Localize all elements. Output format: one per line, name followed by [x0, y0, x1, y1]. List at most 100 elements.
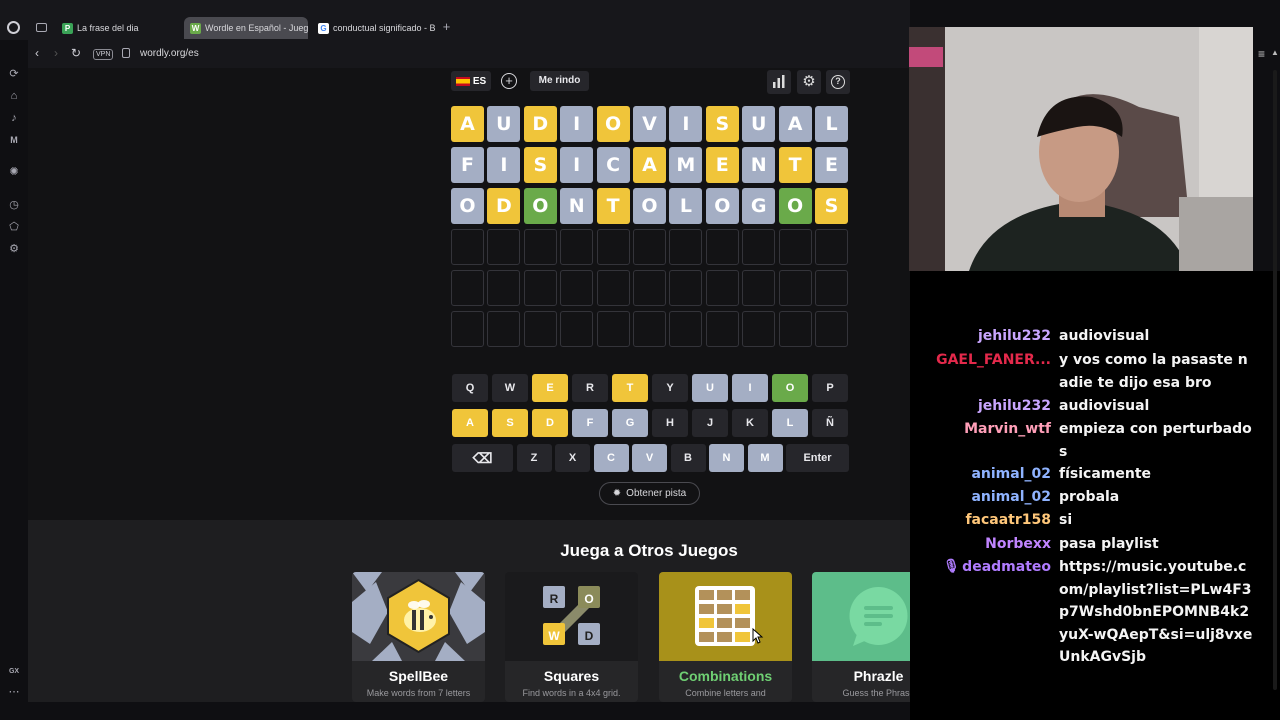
game-card-combinations[interactable]: Combinations Combine letters and — [659, 572, 792, 702]
sidebar-refresh-icon[interactable]: ⟳ — [7, 67, 21, 81]
sidebar-settings-icon[interactable]: ⚙ — [7, 242, 21, 256]
chat-username[interactable]: deadmateo — [962, 556, 1051, 579]
chat-username[interactable]: facaatr158 — [965, 509, 1051, 532]
key[interactable]: M — [747, 444, 783, 472]
browser-sidebar: ⟳ ⌂ ♪ M ✺ ◷ ⬠ ⚙ GX ⋯ — [0, 40, 28, 720]
board-tile — [560, 311, 594, 347]
scroll-up-icon[interactable]: ▲ — [1271, 48, 1279, 57]
key[interactable]: Ñ — [812, 409, 848, 437]
tab-conductual[interactable]: G conductual significado - B — [312, 17, 436, 39]
chat-username[interactable]: GAEL_FANER... — [936, 349, 1051, 372]
board-tile — [596, 311, 630, 347]
key[interactable]: Q — [452, 374, 488, 402]
hint-label: Obtener pista — [626, 488, 687, 499]
board-tile: S — [523, 147, 557, 183]
sidebar-ai-icon[interactable]: ✺ — [7, 165, 21, 179]
settings-button[interactable]: ⚙ — [797, 70, 821, 94]
game-card-subtitle: Find words in a 4x4 grid. — [522, 688, 621, 698]
chat-text: probala — [1059, 489, 1120, 505]
key[interactable]: W — [492, 374, 528, 402]
key[interactable]: I — [732, 374, 768, 402]
key[interactable]: E — [532, 374, 568, 402]
key[interactable]: N — [709, 444, 744, 472]
chat-text: si — [1059, 512, 1073, 528]
key[interactable]: B — [670, 444, 706, 472]
key[interactable]: Y — [652, 374, 688, 402]
new-tab-button[interactable]: + — [440, 20, 453, 33]
gx-label: GX — [8, 668, 20, 675]
sidebar-bag-icon[interactable]: ⌂ — [7, 89, 21, 103]
board-tile — [742, 229, 776, 265]
board-tile: S — [815, 188, 848, 224]
chat-username[interactable]: jehilu232 — [978, 395, 1051, 418]
tab-wordle[interactable]: W Wordle en Español - Jueg — [184, 17, 308, 39]
key[interactable]: S — [492, 409, 528, 437]
key[interactable]: U — [692, 374, 728, 402]
key[interactable]: L — [772, 409, 808, 437]
tab-la-frase[interactable]: P La frase del dia — [56, 17, 180, 39]
chat-username[interactable]: jehilu232 — [978, 325, 1051, 348]
new-game-plus-icon[interactable]: + — [501, 73, 517, 89]
key[interactable]: O — [772, 374, 808, 402]
key[interactable]: V — [632, 444, 667, 472]
board-tile: O — [523, 188, 557, 224]
game-card-squares[interactable]: R O W D Squares Find words in a 4x4 grid… — [505, 572, 638, 702]
chat-username[interactable]: Norbexx — [985, 533, 1051, 556]
scroll-thumb[interactable] — [1273, 70, 1277, 690]
key[interactable]: J — [692, 409, 728, 437]
game-card-subtitle: Make words from 7 letters — [366, 688, 471, 698]
webcam-overlay — [909, 27, 1253, 271]
backspace-key[interactable]: ⌫ — [452, 444, 513, 472]
board-tile: I — [560, 106, 594, 142]
workspaces-icon[interactable] — [36, 23, 47, 32]
game-card-spellbee[interactable]: SpellBee Make words from 7 letters — [352, 572, 485, 702]
more-icon[interactable]: ⋯ — [7, 685, 21, 699]
combinations-art — [659, 572, 792, 661]
sidebar-extensions-icon[interactable]: ⬠ — [7, 220, 21, 234]
forward-icon[interactable]: › — [54, 46, 58, 60]
board-tile — [778, 229, 812, 265]
board-tile — [596, 270, 630, 306]
sidebar-music-icon[interactable]: ♪ — [7, 111, 21, 125]
stats-button[interactable] — [767, 70, 791, 94]
key[interactable]: G — [612, 409, 648, 437]
url-field[interactable]: wordly.org/es — [140, 48, 199, 59]
lock-icon — [122, 48, 130, 58]
chat-text: empieza con perturbados — [1059, 421, 1252, 460]
menu-icon[interactable]: ≡ — [1258, 47, 1265, 61]
key[interactable]: X — [555, 444, 590, 472]
sidebar-m-icon[interactable]: M — [7, 133, 21, 147]
board-tile — [633, 229, 666, 265]
vpn-badge[interactable]: VPN — [93, 49, 114, 60]
question-icon: ? — [831, 75, 845, 89]
language-selector[interactable]: ES — [451, 71, 491, 91]
chat-username[interactable]: animal_02 — [971, 463, 1051, 486]
board-tile: O — [778, 188, 812, 224]
key[interactable]: K — [732, 409, 768, 437]
hint-button[interactable]: ✹ Obtener pista — [599, 482, 700, 505]
key[interactable]: C — [593, 444, 629, 472]
key[interactable]: P — [812, 374, 848, 402]
help-button[interactable]: ? — [826, 70, 850, 94]
page-scrollbar[interactable]: ▲ — [1270, 40, 1280, 720]
back-icon[interactable]: ‹ — [35, 46, 39, 60]
enter-key[interactable]: Enter — [786, 444, 849, 472]
key[interactable]: F — [572, 409, 608, 437]
tab-favicon-icon: P — [62, 22, 73, 34]
board-tile — [596, 229, 630, 265]
key[interactable]: D — [532, 409, 568, 437]
board-tile — [487, 270, 521, 306]
sidebar-history-icon[interactable]: ◷ — [7, 198, 21, 212]
key[interactable]: R — [572, 374, 608, 402]
key[interactable]: A — [452, 409, 488, 437]
board-tile — [815, 311, 848, 347]
key[interactable]: Z — [516, 444, 552, 472]
chat-text: y vos como la pasaste nadie te dijo esa … — [1059, 352, 1248, 391]
give-up-button[interactable]: Me rindo — [530, 71, 589, 91]
key[interactable]: H — [652, 409, 688, 437]
key[interactable]: T — [612, 374, 648, 402]
chat-username[interactable]: Marvin_wtf — [964, 418, 1051, 441]
opera-logo-icon[interactable] — [7, 21, 20, 34]
reload-icon[interactable]: ↻ — [71, 46, 81, 60]
chat-username[interactable]: animal_02 — [971, 486, 1051, 509]
